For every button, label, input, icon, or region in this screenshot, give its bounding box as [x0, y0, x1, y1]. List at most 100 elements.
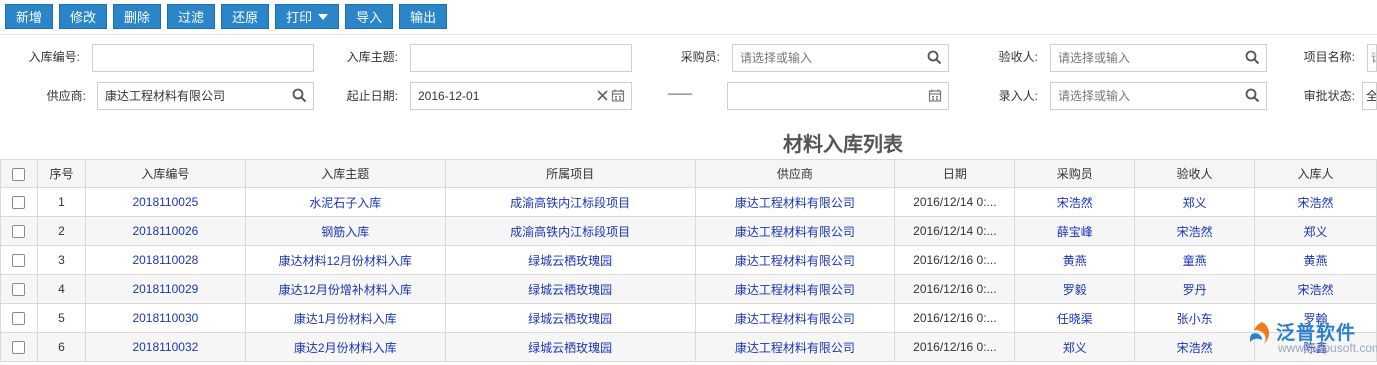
col-header-project[interactable]: 所属项目 [444, 159, 696, 188]
row-select-cell[interactable] [0, 332, 38, 362]
approval-select[interactable]: 全 [1362, 82, 1377, 110]
buyer-link[interactable]: 罗毅 [1014, 274, 1136, 304]
date-cell: 2016/12/16 0:... [894, 274, 1016, 304]
table-row[interactable]: 6 2018110032 康达2月份材料入库 绿城云栖玫瑰园 康达工程材料有限公… [0, 332, 1377, 362]
edit-button[interactable]: 修改 [59, 4, 108, 29]
row-select-cell[interactable] [0, 274, 38, 304]
date-start-value: 2016-12-01 [418, 89, 480, 103]
project-link[interactable]: 成渝高铁内江标段项目 [444, 216, 696, 246]
row-select-cell[interactable] [0, 245, 38, 275]
inspector-select[interactable]: 请选择或输入 [1050, 44, 1267, 72]
col-header-seq[interactable]: 序号 [36, 159, 86, 188]
inspector-link[interactable]: 童燕 [1134, 245, 1256, 275]
receiver-link[interactable]: 黄燕 [1254, 245, 1377, 275]
date-end-input[interactable] [727, 82, 949, 110]
print-button[interactable]: 打印 [275, 4, 340, 29]
import-button[interactable]: 导入 [345, 4, 394, 29]
code-link[interactable]: 2018110025 [84, 187, 246, 217]
supplier-link[interactable]: 康达工程材料有限公司 [694, 274, 896, 304]
receiver-link[interactable]: 宋浩然 [1254, 274, 1377, 304]
receiver-link[interactable]: 罗翰 [1254, 303, 1377, 333]
subject-input[interactable] [410, 44, 632, 72]
filter-button[interactable]: 过滤 [167, 4, 216, 29]
inspector-link[interactable]: 宋浩然 [1134, 332, 1256, 362]
row-checkbox[interactable] [12, 196, 26, 210]
code-link[interactable]: 2018110032 [84, 332, 246, 362]
supplier-link[interactable]: 康达工程材料有限公司 [694, 303, 896, 333]
seq-cell: 2 [36, 216, 86, 246]
col-header-date[interactable]: 日期 [894, 159, 1016, 188]
select-all-checkbox[interactable] [12, 167, 26, 181]
project-link[interactable]: 绿城云栖玫瑰园 [444, 303, 696, 333]
row-checkbox[interactable] [12, 283, 26, 297]
search-icon[interactable] [1245, 88, 1260, 103]
project-link[interactable]: 绿城云栖玫瑰园 [444, 245, 696, 275]
code-link[interactable]: 2018110028 [84, 245, 246, 275]
subject-link[interactable]: 康达材料12月份材料入库 [244, 245, 446, 275]
seq-cell: 1 [36, 187, 86, 217]
select-all-cell[interactable] [0, 159, 38, 188]
buyer-link[interactable]: 任晓渠 [1014, 303, 1136, 333]
code-input[interactable] [92, 44, 314, 72]
buyer-link[interactable]: 黄燕 [1014, 245, 1136, 275]
buyer-link[interactable]: 薛宝峰 [1014, 216, 1136, 246]
table-row[interactable]: 4 2018110029 康达12月份增补材料入库 绿城云栖玫瑰园 康达工程材料… [0, 274, 1377, 304]
date-start-input[interactable]: 2016-12-01 [410, 82, 632, 110]
clear-icon[interactable] [596, 88, 609, 103]
project-link[interactable]: 绿城云栖玫瑰园 [444, 332, 696, 362]
inspector-link[interactable]: 罗丹 [1134, 274, 1256, 304]
row-checkbox[interactable] [12, 341, 26, 355]
add-button[interactable]: 新增 [5, 4, 54, 29]
recorder-select[interactable]: 请选择或输入 [1050, 82, 1267, 110]
supplier-link[interactable]: 康达工程材料有限公司 [694, 187, 896, 217]
row-checkbox[interactable] [12, 225, 26, 239]
supplier-link[interactable]: 康达工程材料有限公司 [694, 216, 896, 246]
receiver-link[interactable]: 宋浩然 [1254, 187, 1377, 217]
receiver-link[interactable]: 郑义 [1254, 216, 1377, 246]
delete-button[interactable]: 删除 [113, 4, 162, 29]
col-header-subject[interactable]: 入库主题 [244, 159, 446, 188]
search-icon[interactable] [927, 50, 942, 65]
buyer-link[interactable]: 郑义 [1014, 332, 1136, 362]
code-link[interactable]: 2018110026 [84, 216, 246, 246]
table-row[interactable]: 2 2018110026 钢筋入库 成渝高铁内江标段项目 康达工程材料有限公司 … [0, 216, 1377, 246]
col-header-buyer[interactable]: 采购员 [1014, 159, 1136, 188]
row-checkbox[interactable] [12, 312, 26, 326]
subject-link[interactable]: 钢筋入库 [244, 216, 446, 246]
export-button[interactable]: 输出 [399, 4, 448, 29]
inspector-link[interactable]: 郑义 [1134, 187, 1256, 217]
row-select-cell[interactable] [0, 303, 38, 333]
code-link[interactable]: 2018110029 [84, 274, 246, 304]
restore-button[interactable]: 还原 [221, 4, 270, 29]
col-header-supplier[interactable]: 供应商 [694, 159, 896, 188]
table-row[interactable]: 1 2018110025 水泥石子入库 成渝高铁内江标段项目 康达工程材料有限公… [0, 187, 1377, 217]
row-select-cell[interactable] [0, 187, 38, 217]
col-header-code[interactable]: 入库编号 [84, 159, 246, 188]
search-icon[interactable] [1245, 50, 1260, 65]
subject-link[interactable]: 水泥石子入库 [244, 187, 446, 217]
table-row[interactable]: 5 2018110030 康达1月份材料入库 绿城云栖玫瑰园 康达工程材料有限公… [0, 303, 1377, 333]
subject-link[interactable]: 康达2月份材料入库 [244, 332, 446, 362]
receiver-link[interactable]: 陈鑫 [1254, 332, 1377, 362]
row-select-cell[interactable] [0, 216, 38, 246]
calendar-icon[interactable] [611, 88, 625, 103]
search-icon[interactable] [292, 88, 307, 103]
col-header-inspector[interactable]: 验收人 [1134, 159, 1256, 188]
inspector-link[interactable]: 张小东 [1134, 303, 1256, 333]
buyer-link[interactable]: 宋浩然 [1014, 187, 1136, 217]
supplier-link[interactable]: 康达工程材料有限公司 [694, 245, 896, 275]
supplier-select[interactable]: 康达工程材料有限公司 [97, 82, 314, 110]
project-select[interactable]: 请 [1367, 44, 1377, 72]
project-link[interactable]: 绿城云栖玫瑰园 [444, 274, 696, 304]
buyer-select[interactable]: 请选择或输入 [732, 44, 949, 72]
subject-link[interactable]: 康达1月份材料入库 [244, 303, 446, 333]
calendar-icon[interactable] [928, 88, 942, 103]
inspector-link[interactable]: 宋浩然 [1134, 216, 1256, 246]
code-link[interactable]: 2018110030 [84, 303, 246, 333]
project-link[interactable]: 成渝高铁内江标段项目 [444, 187, 696, 217]
table-row[interactable]: 3 2018110028 康达材料12月份材料入库 绿城云栖玫瑰园 康达工程材料… [0, 245, 1377, 275]
subject-link[interactable]: 康达12月份增补材料入库 [244, 274, 446, 304]
col-header-receiver[interactable]: 入库人 [1254, 159, 1377, 188]
supplier-link[interactable]: 康达工程材料有限公司 [694, 332, 896, 362]
row-checkbox[interactable] [12, 254, 26, 268]
